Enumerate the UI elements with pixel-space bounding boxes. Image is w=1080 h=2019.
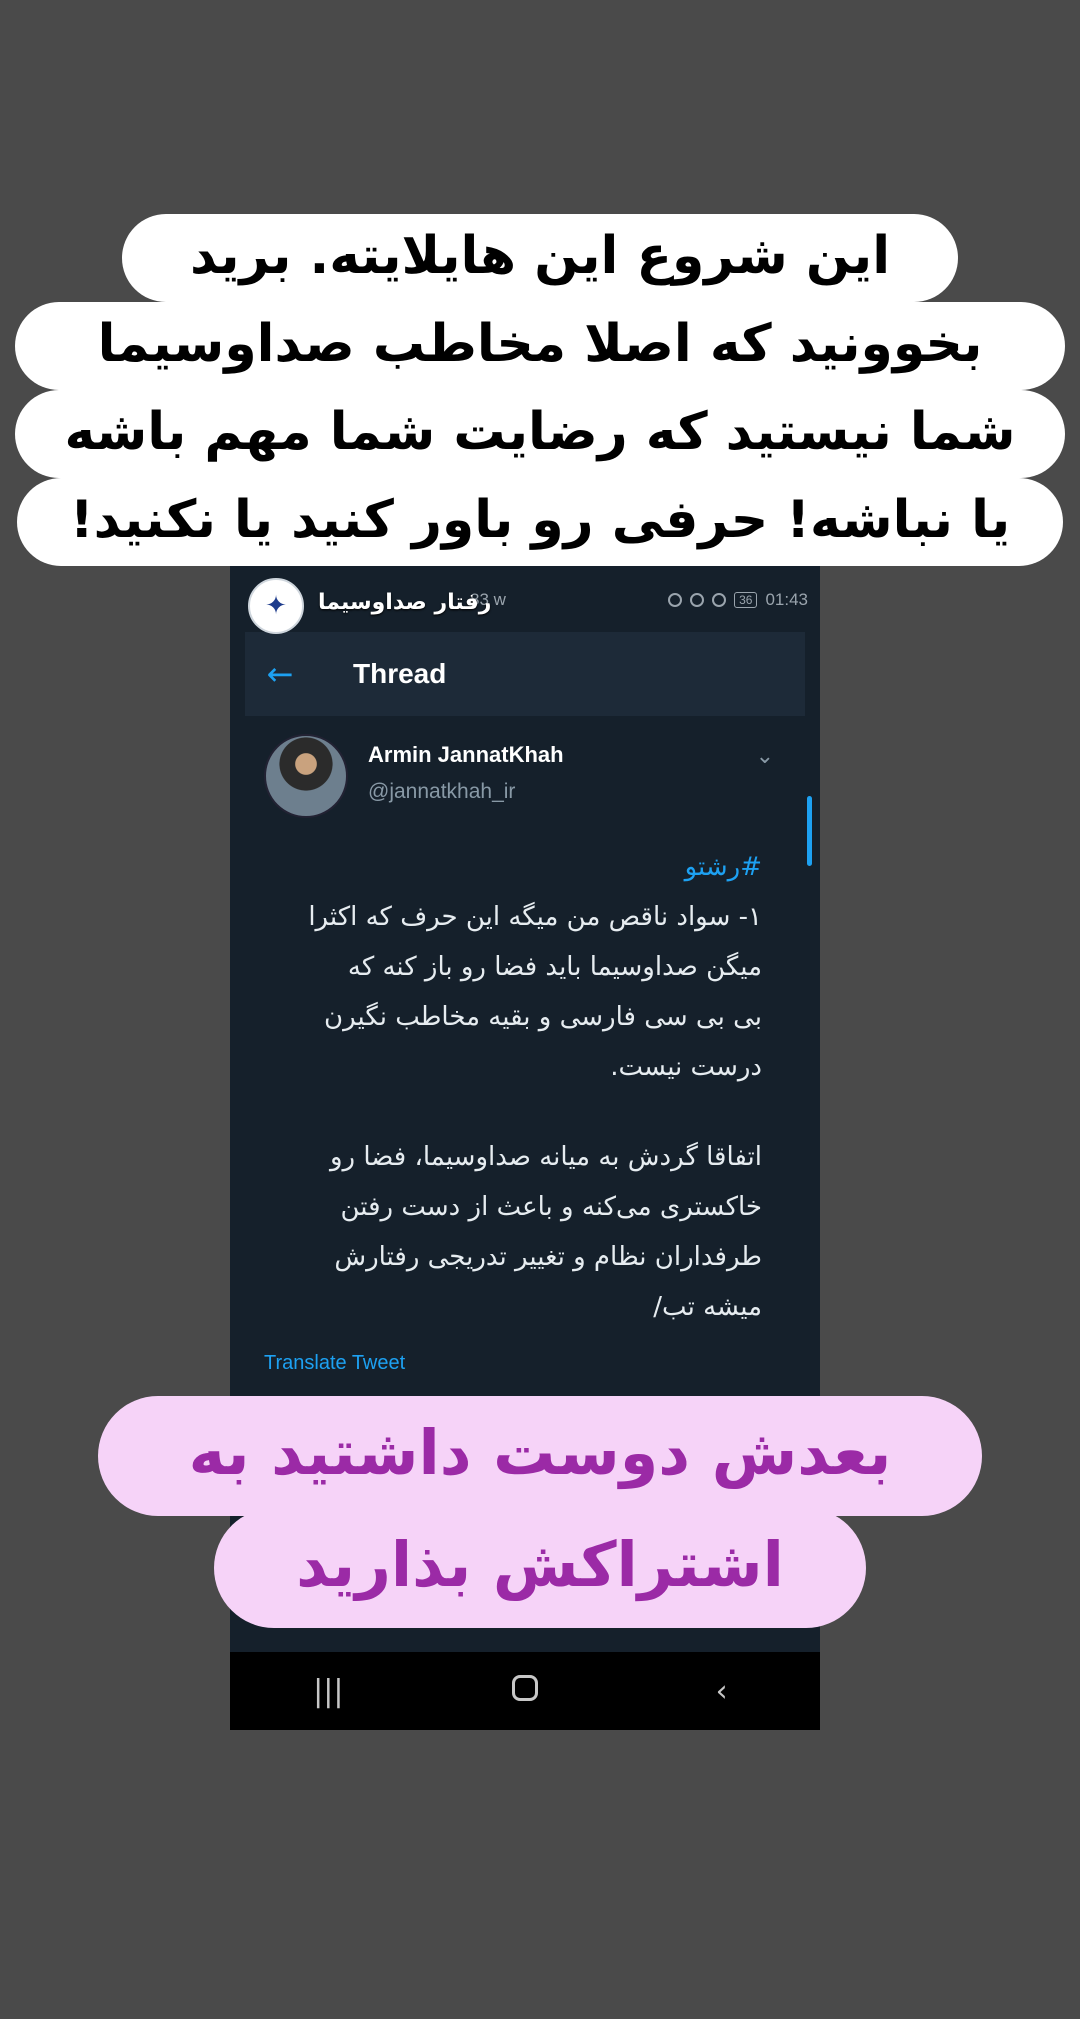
app-bar: ← Thread	[245, 632, 805, 716]
battery-icon: 36	[734, 592, 758, 608]
top-caption: این شروع این هایلایته. برید بخوونید که ا…	[0, 214, 1080, 566]
alarm-icon	[712, 593, 727, 607]
tweet-paragraph-2: اتفاقا گردش به میانه صداوسیما، فضا رو خا…	[329, 1142, 762, 1322]
home-button[interactable]	[485, 1674, 565, 1709]
translate-tweet-link[interactable]: Translate Tweet	[264, 1352, 405, 1375]
caption-line-4: یا نباشه! حرفی رو باور کنید یا نکنید!	[17, 478, 1063, 566]
bottom-caption-line-1: بعدش دوست داشتید به	[98, 1396, 982, 1516]
bottom-caption-line-2: اشتراکش بذارید	[214, 1508, 866, 1628]
tweet-body: #رشتو ۱- سواد ناقص من میگه این حرف که اک…	[260, 842, 762, 1332]
author-handle[interactable]: @jannatkhah_ir	[368, 780, 515, 804]
channel-logo: ✦	[248, 578, 304, 634]
hashtag-link[interactable]: #رشتو	[260, 842, 762, 892]
back-icon[interactable]: ‹	[682, 1674, 762, 1709]
eye-icon	[690, 593, 705, 607]
caption-line-1: این شروع این هایلایته. برید	[122, 214, 958, 302]
tweet-header: Armin JannatKhah @jannatkhah_ir ⌄	[264, 734, 784, 824]
home-icon	[511, 1674, 538, 1701]
avatar[interactable]	[264, 734, 348, 818]
channel-name: رفتار صداوسیما	[318, 590, 492, 615]
android-nav-bar: ||| ‹	[230, 1652, 820, 1730]
key-icon	[668, 593, 683, 607]
tweet-paragraph-1: ۱- سواد ناقص من میگه این حرف که اکثرا می…	[308, 902, 762, 1082]
recent-apps-icon[interactable]: |||	[288, 1674, 368, 1709]
caption-line-2: بخوونید که اصلا مخاطب صداوسیما	[15, 302, 1065, 390]
chevron-down-icon[interactable]: ⌄	[756, 744, 774, 769]
bottom-caption: بعدش دوست داشتید به اشتراکش بذارید	[0, 1396, 1080, 1628]
clock: 01:43	[765, 590, 808, 609]
scroll-indicator	[807, 796, 812, 866]
author-name[interactable]: Armin JannatKhah	[368, 742, 564, 768]
back-arrow-icon[interactable]: ←	[245, 655, 315, 693]
page-title: Thread	[353, 658, 447, 689]
caption-line-3: شما نیستید که رضایت شما مهم باشه	[15, 390, 1065, 478]
